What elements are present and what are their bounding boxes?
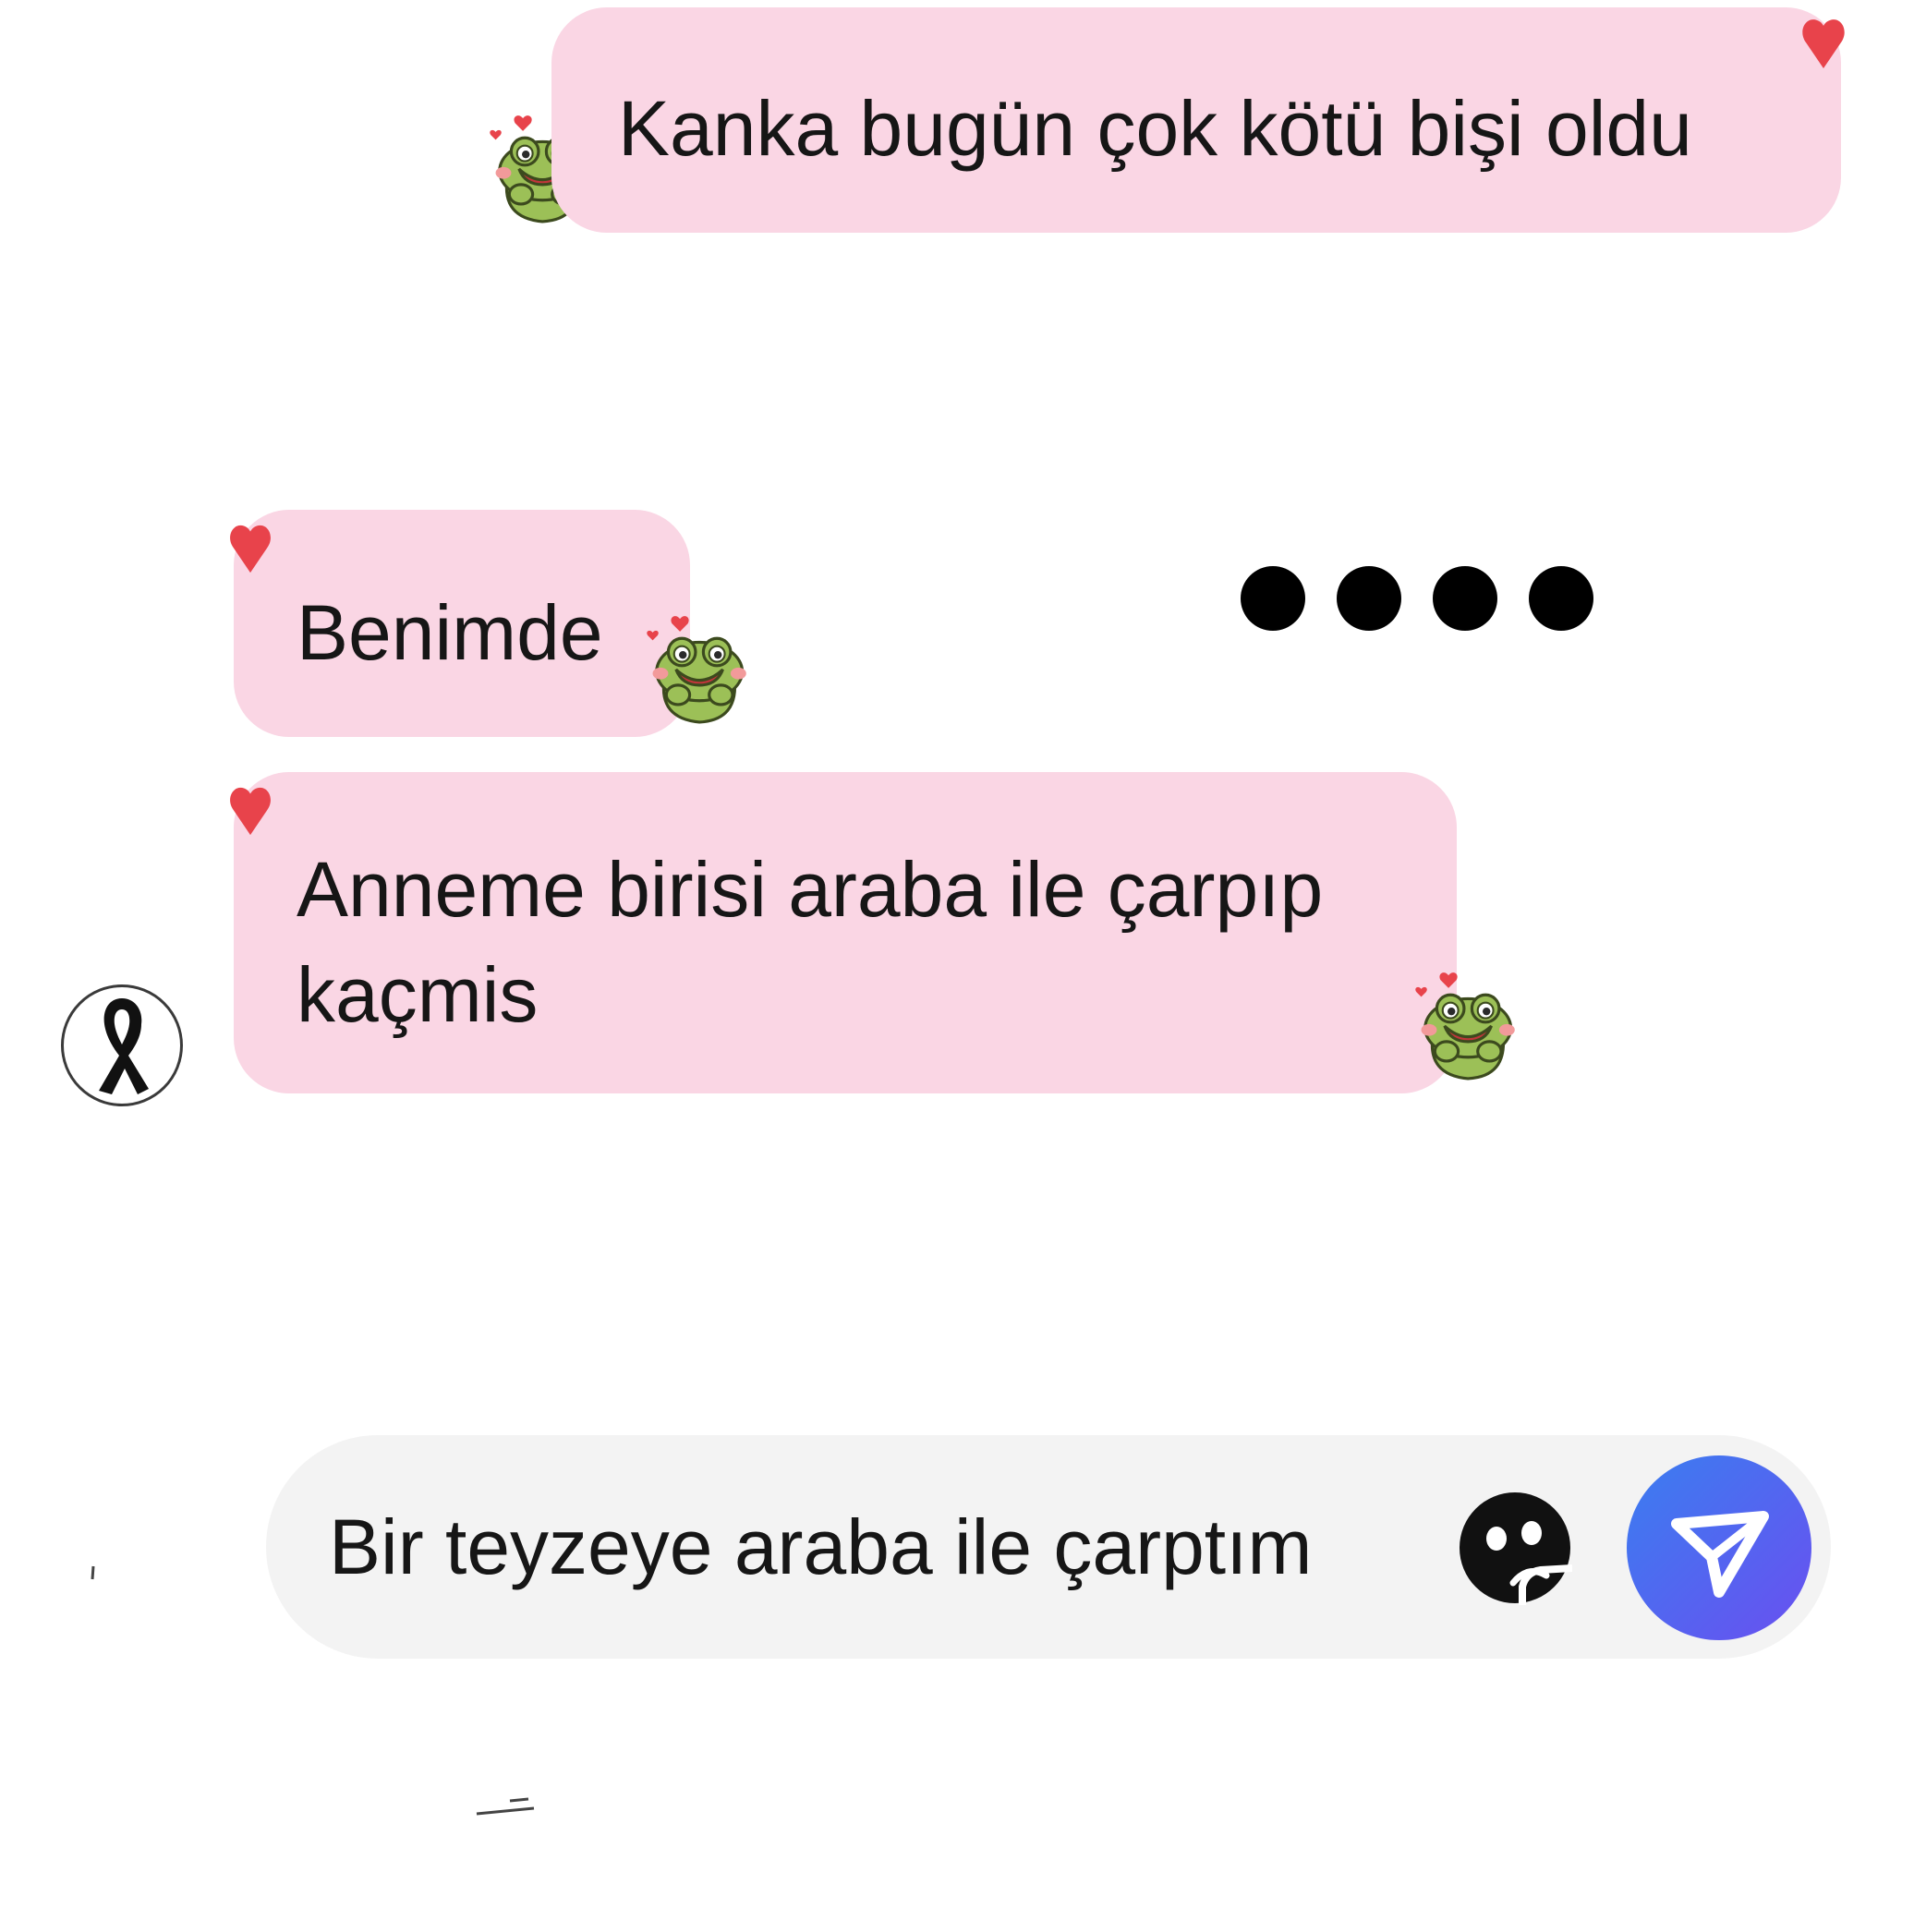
frog-sticker <box>1411 948 1519 1105</box>
message-composer[interactable]: Bir teyzeye araba ile çarptım <box>266 1435 1831 1659</box>
typing-dot <box>1337 566 1401 631</box>
avatar[interactable] <box>61 984 183 1106</box>
message-text: Benimde <box>297 589 603 676</box>
black-ribbon-icon <box>99 998 149 1094</box>
frog-sticker <box>643 591 750 748</box>
message-text: Kanka bugün çok kötü bişi oldu <box>618 85 1692 172</box>
message-bubble-received[interactable]: Anneme birisi araba ile çarpıp kaçmis <box>234 772 1457 1093</box>
sad-face-sticker-icon[interactable] <box>1458 1491 1572 1605</box>
message-text: Anneme birisi araba ile çarpıp kaçmis <box>297 846 1324 1038</box>
heart-reaction-icon[interactable] <box>1799 15 1847 70</box>
paper-plane-icon <box>1671 1511 1769 1598</box>
typing-dot <box>1241 566 1305 631</box>
message-bubble-received[interactable]: Benimde <box>234 510 690 737</box>
typing-dot <box>1529 566 1593 631</box>
stray-mark <box>476 1797 535 1816</box>
heart-reaction-icon[interactable] <box>227 521 273 574</box>
heart-reaction-icon[interactable] <box>227 783 273 837</box>
message-bubble-sent[interactable]: Kanka bugün çok kötü bişi oldu <box>551 7 1841 233</box>
typing-indicator <box>1241 566 1593 631</box>
stray-mark <box>91 1565 95 1580</box>
typing-dot <box>1433 566 1497 631</box>
send-button[interactable] <box>1627 1455 1811 1640</box>
message-input[interactable]: Bir teyzeye araba ile çarptım <box>329 1435 1312 1659</box>
